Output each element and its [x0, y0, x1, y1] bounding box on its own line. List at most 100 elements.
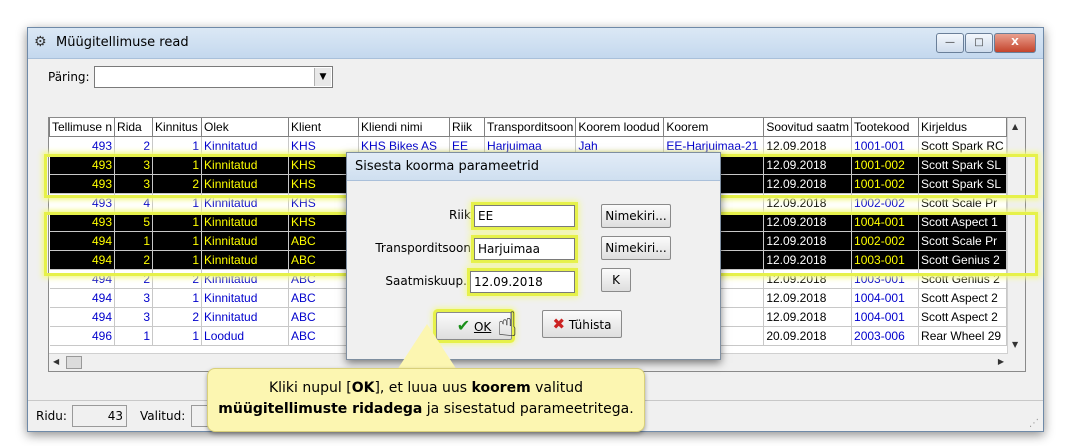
callout-text-3: valitud — [530, 380, 584, 396]
column-header[interactable]: Koorem — [663, 118, 765, 137]
table-cell: 12.09.2018 — [763, 269, 853, 289]
dialog-title: Sisesta koorma parameetrid — [355, 159, 539, 174]
column-header[interactable]: Tellimuse n — [49, 118, 116, 137]
ok-button-label: OK — [473, 320, 492, 334]
table-cell: Scott Genius 2 — [918, 250, 1007, 270]
column-header[interactable]: Transporditsoon — [484, 118, 577, 137]
table-cell: 12.09.2018 — [763, 174, 853, 194]
table-cell: Rear Wheel 29 — [918, 326, 1007, 346]
column-header[interactable]: Rida — [114, 118, 154, 137]
country-field[interactable]: EE — [474, 205, 575, 227]
vertical-scrollbar[interactable]: ▲ ▼ — [1007, 118, 1025, 371]
zone-field[interactable]: Harjuimaa — [474, 238, 575, 260]
table-cell: 2 — [114, 136, 154, 156]
country-label: Riik: — [449, 208, 475, 222]
column-header[interactable]: Kliendi nimi — [358, 118, 451, 137]
table-cell: 1002-002 — [851, 193, 920, 213]
column-header[interactable]: Soovitud saatm — [763, 118, 853, 137]
scroll-down-icon[interactable]: ▼ — [1012, 340, 1018, 349]
table-cell: Kinnitatud — [201, 174, 290, 194]
callout-text-4: ja sisestatud parameetritega. — [422, 401, 634, 417]
instruction-callout: Kliki nupul [OK], et luua uus koorem val… — [207, 368, 645, 432]
table-cell: 496 — [49, 326, 116, 346]
table-cell: 2 — [152, 307, 203, 327]
table-cell: 1001-002 — [851, 155, 920, 175]
scroll-right-icon[interactable]: ▶ — [998, 357, 1004, 366]
window-title: Müügitellimuse read — [56, 35, 189, 50]
table-cell: Kinnitatud — [201, 307, 290, 327]
table-cell: 4 — [114, 193, 154, 213]
column-header[interactable]: Kirjeldus — [918, 118, 1007, 137]
table-cell: 493 — [49, 174, 116, 194]
column-header[interactable]: Klient — [288, 118, 360, 137]
table-cell: 12.09.2018 — [763, 307, 853, 327]
table-cell: 1 — [152, 136, 203, 156]
title-bar[interactable]: ⚙ Müügitellimuse read — □ X — [28, 28, 1043, 59]
zone-list-button[interactable]: Nimekiri... — [601, 236, 671, 260]
table-cell: 1 — [152, 326, 203, 346]
table-cell: Kinnitatud — [201, 269, 290, 289]
callout-ok: OK — [351, 380, 375, 396]
minimize-button[interactable]: — — [936, 33, 964, 53]
dialog-title-bar[interactable]: Sisesta koorma parameetrid — [347, 153, 720, 181]
table-cell: 2 — [152, 174, 203, 194]
table-cell: Scott Aspect 2 — [918, 307, 1007, 327]
table-cell: Scott Genius 2 — [918, 269, 1007, 289]
rows-count: 43 — [72, 405, 127, 427]
table-cell: 2 — [152, 269, 203, 289]
column-header[interactable]: Kinnitus — [152, 118, 203, 137]
selected-label: Valitud: — [140, 409, 186, 423]
table-cell: Scott Aspect 1 — [918, 212, 1007, 232]
table-cell: 1001-001 — [851, 136, 920, 156]
close-button[interactable]: X — [994, 33, 1036, 53]
date-k-button[interactable]: K — [601, 268, 631, 292]
table-cell: Scott Spark SL — [918, 174, 1007, 194]
maximize-button[interactable]: □ — [965, 33, 993, 53]
scroll-up-icon[interactable]: ▲ — [1012, 122, 1018, 131]
table-cell: 3 — [114, 155, 154, 175]
table-cell: Kinnitatud — [201, 212, 290, 232]
table-cell: 1002-002 — [851, 231, 920, 251]
table-cell: 12.09.2018 — [763, 231, 853, 251]
table-cell: 2003-006 — [851, 326, 920, 346]
callout-line-1: Kliki nupul [OK], et luua uus koorem val… — [208, 378, 644, 399]
date-label: Saatmiskuup.: — [385, 274, 471, 288]
table-cell: 1001-002 — [851, 174, 920, 194]
table-cell: 12.09.2018 — [763, 288, 853, 308]
resize-grip-icon[interactable]: ⋰ — [1029, 418, 1039, 429]
table-cell: Kinnitatud — [201, 250, 290, 270]
column-header[interactable]: Olek — [201, 118, 290, 137]
column-header[interactable]: Tootekood — [851, 118, 920, 137]
table-cell: Kinnitatud — [201, 193, 290, 213]
table-cell: 1 — [152, 193, 203, 213]
table-cell: 1 — [114, 231, 154, 251]
callout-koorem: koorem — [471, 380, 531, 396]
table-cell: 494 — [49, 269, 116, 289]
table-cell: 3 — [114, 288, 154, 308]
table-cell: 493 — [49, 212, 116, 232]
hand-cursor-icon: ☝ — [497, 305, 518, 345]
table-cell: Scott Aspect 2 — [918, 288, 1007, 308]
query-combo[interactable]: ▼ — [94, 66, 333, 88]
table-cell: 2 — [114, 269, 154, 289]
table-cell: 494 — [49, 288, 116, 308]
cancel-button[interactable]: ✖ Tühista — [542, 310, 622, 338]
cancel-x-icon: ✖ — [552, 315, 566, 333]
table-cell: 493 — [49, 136, 116, 156]
callout-pointer — [397, 324, 457, 370]
column-header[interactable]: Riik — [449, 118, 486, 137]
scroll-thumb[interactable] — [66, 356, 82, 369]
table-header: Tellimuse n Rida Kinnitus Olek Klient Kliendi… — [49, 118, 1007, 137]
table-cell: 494 — [49, 307, 116, 327]
chevron-down-icon[interactable]: ▼ — [314, 68, 331, 86]
column-header[interactable]: Koorem loodud — [575, 118, 665, 137]
table-cell: Kinnitatud — [201, 136, 290, 156]
table-cell: 1 — [152, 212, 203, 232]
callout-text-2: ], et luua uus — [374, 380, 472, 396]
country-list-button[interactable]: Nimekiri... — [601, 204, 671, 228]
date-field[interactable]: 12.09.2018 — [470, 271, 575, 293]
scroll-left-icon[interactable]: ◀ — [53, 357, 59, 366]
table-cell: Scott Spark SL — [918, 155, 1007, 175]
table-cell: 1003-001 — [851, 250, 920, 270]
table-cell: 20.09.2018 — [763, 326, 853, 346]
